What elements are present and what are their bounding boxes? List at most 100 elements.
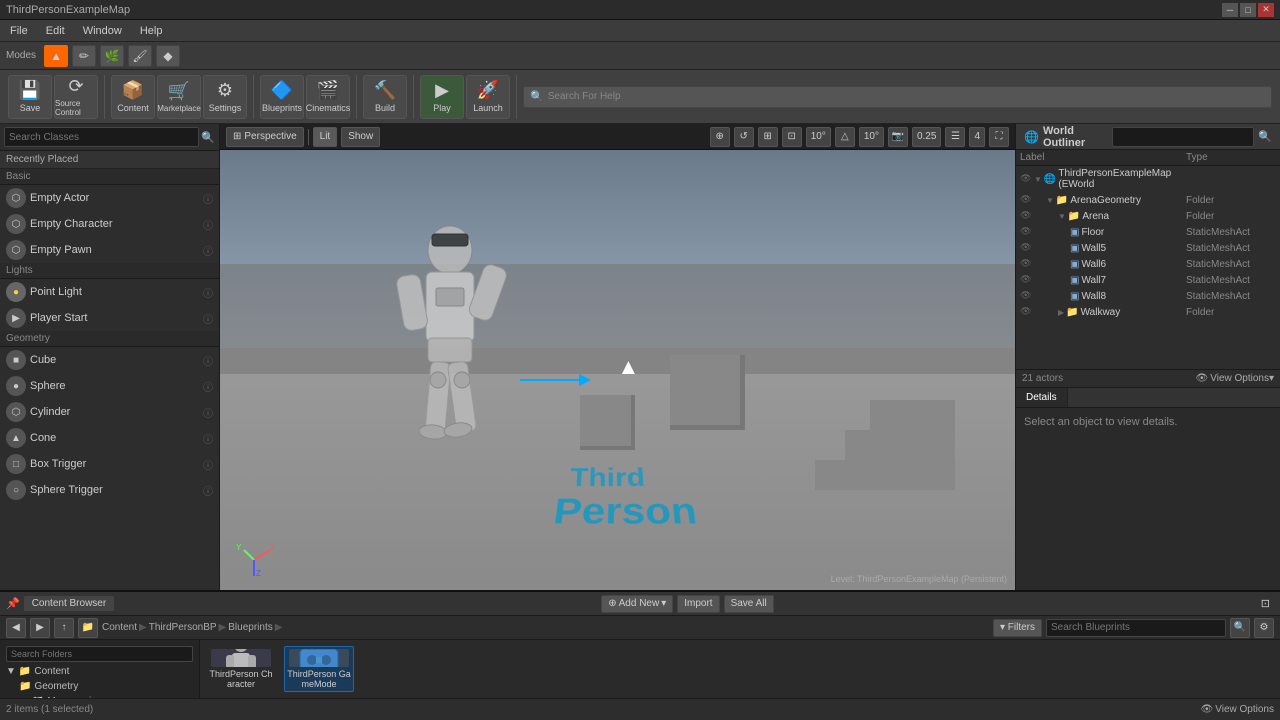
svg-text:Z: Z: [256, 569, 261, 578]
list-item-box-trigger[interactable]: □ Box Trigger ⓘ: [0, 451, 219, 477]
path-content[interactable]: Content: [102, 622, 137, 633]
outliner-title: World Outliner: [1043, 125, 1108, 149]
outline-item-areageom[interactable]: 👁 ▼ 📁 ArenaGeometry Folder: [1016, 192, 1280, 208]
tree-item-geometry[interactable]: 📁 Geometry: [0, 679, 199, 694]
recently-placed-header[interactable]: Recently Placed: [0, 151, 219, 169]
marketplace-button[interactable]: 🛒 Marketplace: [157, 75, 201, 119]
perspective-label: Perspective: [244, 131, 296, 142]
browser-back-btn[interactable]: ◀: [6, 618, 26, 638]
play-button[interactable]: ▶ Play: [420, 75, 464, 119]
svg-text:Y: Y: [236, 543, 242, 552]
settings-button[interactable]: ⚙ Settings: [203, 75, 247, 119]
list-item-cylinder[interactable]: ⬡ Cylinder ⓘ: [0, 399, 219, 425]
save-button[interactable]: 💾 Save: [8, 75, 52, 119]
menu-help[interactable]: Help: [136, 23, 167, 39]
wall8-indent: ▣ Wall8: [1070, 291, 1184, 302]
details-tab[interactable]: Details: [1016, 388, 1068, 407]
build-button[interactable]: 🔨 Build: [363, 75, 407, 119]
search-help-box[interactable]: 🔍 Search For Help: [523, 86, 1272, 108]
save-icon: 💾: [19, 80, 41, 101]
path-sep2: ▶: [219, 622, 227, 633]
list-item-sphere[interactable]: ● Sphere ⓘ: [0, 373, 219, 399]
path-blueprints[interactable]: Blueprints: [228, 622, 272, 633]
tree-item-content[interactable]: ▼ 📁 Content: [0, 664, 199, 679]
outline-item-wall7[interactable]: 👁 ▣ Wall7 StaticMeshAct: [1016, 272, 1280, 288]
browser-collapse-btn[interactable]: ⊡: [1261, 597, 1270, 610]
outline-item-wall5[interactable]: 👁 ▣ Wall5 StaticMeshAct: [1016, 240, 1280, 256]
outline-item-world[interactable]: 👁 ▼ 🌐 ThirdPersonExampleMap (EWorld: [1016, 166, 1280, 192]
content-browser-tab[interactable]: Content Browser: [24, 596, 114, 611]
search-classes-input[interactable]: [4, 127, 199, 147]
list-item-point-light[interactable]: ● Point Light ⓘ: [0, 279, 219, 305]
browser-settings-icon-btn[interactable]: ⚙: [1254, 618, 1274, 638]
viewport-show-btn[interactable]: Show: [341, 127, 380, 147]
list-item-empty-actor[interactable]: ⬡ Empty Actor ⓘ: [0, 185, 219, 211]
viewport-lit-btn[interactable]: Lit: [313, 127, 338, 147]
viewport-camera-btn[interactable]: 📷: [888, 127, 908, 147]
modesbar: Modes ▲ ✏ 🌿 🖌 ◆: [0, 42, 1280, 70]
walkway-label: Walkway: [1081, 307, 1121, 318]
cylinder-icon: ⬡: [6, 402, 26, 422]
list-item-sphere-trigger[interactable]: ○ Sphere Trigger ⓘ: [0, 477, 219, 503]
blueprints-button[interactable]: 🔷 Blueprints: [260, 75, 304, 119]
mode-btn-foliage[interactable]: 🖌: [128, 45, 152, 67]
launch-label: Launch: [473, 103, 503, 113]
viewport-rotate-btn[interactable]: ↺: [734, 127, 754, 147]
menu-edit[interactable]: Edit: [42, 23, 69, 39]
outline-item-wall8[interactable]: 👁 ▣ Wall8 StaticMeshAct: [1016, 288, 1280, 304]
browser-search-icon-btn[interactable]: 🔍: [1230, 618, 1250, 638]
outliner-search-input[interactable]: [1112, 127, 1254, 147]
viewport-angle-btn[interactable]: △: [835, 127, 855, 147]
browser-up-btn[interactable]: ↑: [54, 618, 74, 638]
close-button[interactable]: ✕: [1258, 3, 1274, 17]
minimize-button[interactable]: ─: [1222, 3, 1238, 17]
outline-item-walkway[interactable]: 👁 ▶ 📁 Walkway Folder: [1016, 304, 1280, 320]
list-item-empty-character[interactable]: ⬡ Empty Character ⓘ: [0, 211, 219, 237]
viewport-maximize-btn[interactable]: ⛶: [989, 127, 1009, 147]
browser-sidebar: ▼ 📁 Content 📁 Geometry ▼ 📁 Mannequin 📁 A…: [0, 640, 200, 698]
import-button[interactable]: Import: [677, 595, 719, 613]
mode-btn-paint[interactable]: ✏: [72, 45, 96, 67]
add-new-button[interactable]: ⊕ Add New ▾: [601, 595, 673, 613]
view-options-button[interactable]: 👁 View Options▾: [1196, 373, 1274, 384]
sphere-info: ⓘ: [203, 379, 213, 394]
viewport-perspective-btn[interactable]: ⊞ Perspective: [226, 127, 304, 147]
list-item-player-start[interactable]: ▶ Player Start ⓘ: [0, 305, 219, 331]
content-button[interactable]: 📦 Content: [111, 75, 155, 119]
save-all-button[interactable]: Save All: [724, 595, 774, 613]
wall6-mesh-icon: ▣: [1070, 259, 1079, 270]
search-folders-input[interactable]: [6, 646, 193, 662]
menu-window[interactable]: Window: [79, 23, 126, 39]
browser-search-input[interactable]: [1046, 619, 1226, 637]
asset-thirdperson-character[interactable]: ThirdPerson Character: [206, 646, 276, 692]
mode-btn-place[interactable]: ▲: [44, 45, 68, 67]
mode-btn-geometry[interactable]: ◆: [156, 45, 180, 67]
list-item-cone[interactable]: ▲ Cone ⓘ: [0, 425, 219, 451]
menu-file[interactable]: File: [6, 23, 32, 39]
source-control-button[interactable]: ⟳ Source Control: [54, 75, 98, 119]
toolbar-content-group: 📦 Content 🛒 Marketplace ⚙ Settings: [111, 75, 254, 119]
eye-icon-areageom: 👁: [1020, 194, 1032, 206]
cone-info: ⓘ: [203, 431, 213, 446]
viewport-scale-btn[interactable]: ⊞: [758, 127, 778, 147]
viewport-transform-btn[interactable]: ⊕: [710, 127, 730, 147]
browser-forward-btn[interactable]: ▶: [30, 618, 50, 638]
maximize-button[interactable]: □: [1240, 3, 1256, 17]
col-label-header: Label: [1020, 152, 1186, 163]
viewport-layer-btn[interactable]: ☰: [945, 127, 965, 147]
filters-button[interactable]: ▾ Filters: [993, 619, 1042, 637]
path-thirdpersonbp[interactable]: ThirdPersonBP: [149, 622, 217, 633]
viewport-snap-btn[interactable]: ⊡: [782, 127, 802, 147]
launch-button[interactable]: 🚀 Launch: [466, 75, 510, 119]
browser-view-options-btn[interactable]: 👁 View Options: [1201, 704, 1274, 715]
mode-btn-landscape[interactable]: 🌿: [100, 45, 124, 67]
cinematics-button[interactable]: 🎬 Cinematics: [306, 75, 350, 119]
outline-item-floor[interactable]: 👁 ▣ Floor StaticMeshAct: [1016, 224, 1280, 240]
empty-character-icon: ⬡: [6, 214, 26, 234]
list-item-cube[interactable]: ■ Cube ⓘ: [0, 347, 219, 373]
list-item-empty-pawn[interactable]: ⬡ Empty Pawn ⓘ: [0, 237, 219, 263]
viewport[interactable]: ⊞ Perspective Lit Show ⊕ ↺ ⊞ ⊡ 10° △ 10°…: [220, 124, 1015, 590]
outline-item-wall6[interactable]: 👁 ▣ Wall6 StaticMeshAct: [1016, 256, 1280, 272]
outline-item-arena[interactable]: 👁 ▼ 📁 Arena Folder: [1016, 208, 1280, 224]
asset-thirdperson-gamemode[interactable]: ThirdPerson GameMode: [284, 646, 354, 692]
